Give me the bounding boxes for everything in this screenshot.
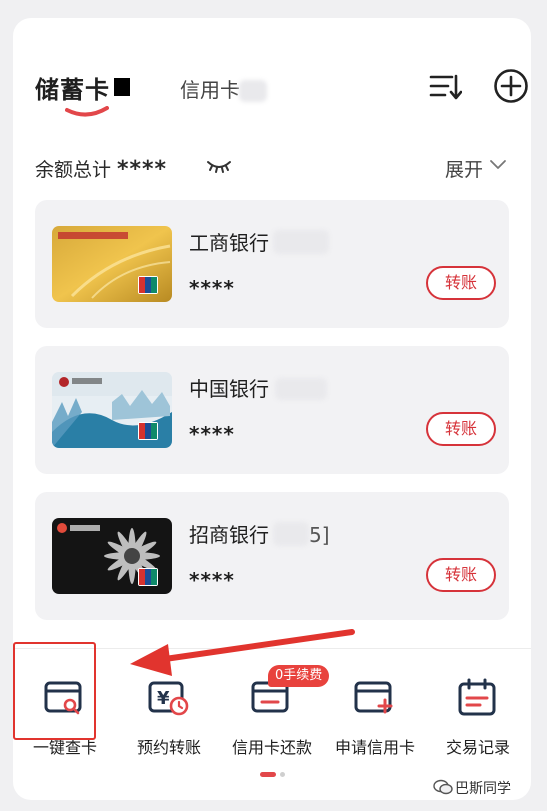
bank-name: 中国银行 (189, 377, 269, 401)
eye-closed-icon[interactable] (206, 158, 232, 176)
bank-card-row[interactable]: 工商银行 **** 转账 (35, 200, 509, 328)
toolbar-label: 预约转账 (136, 738, 201, 757)
redaction-block (114, 78, 130, 96)
redaction-blur (273, 230, 329, 254)
zero-fee-badge: 0手续费 (268, 665, 330, 687)
transfer-button[interactable]: 转账 (426, 266, 496, 300)
add-card-icon[interactable] (493, 68, 529, 104)
bank-card-row[interactable]: 招商银行 5] **** 转账 (35, 492, 509, 620)
toolbar-item-apply-credit[interactable]: 申请信用卡 (325, 660, 425, 760)
yuan-clock-icon: ¥ (148, 681, 189, 716)
toolbar-label: 信用卡还款 (231, 738, 312, 757)
boc-card-image (52, 372, 172, 448)
card-type-tabs: 储蓄卡 信用卡 (35, 69, 528, 117)
wechat-icon (433, 779, 453, 795)
card-number-masked: **** (189, 422, 235, 446)
toolbar-item-transactions[interactable]: 交易记录 (428, 660, 528, 760)
balance-label: 余额总计 (35, 159, 112, 181)
balance-total: 余额总计 **** (35, 155, 167, 182)
transfer-button[interactable]: 转账 (426, 412, 496, 446)
tab-savings-card[interactable]: 储蓄卡 (35, 70, 110, 105)
card-number-masked: **** (189, 276, 235, 300)
expand-button[interactable]: 展开 (445, 155, 483, 182)
tab-credit-card[interactable]: 信用卡 (180, 74, 240, 103)
card-number-masked: **** (189, 568, 235, 592)
redaction-blur (273, 522, 309, 546)
balance-value: **** (117, 157, 168, 182)
card-suffix: 5] (309, 523, 330, 547)
toolbar-label: 申请信用卡 (334, 738, 415, 757)
bank-name-text: 招商银行 (189, 523, 269, 547)
active-tab-underline (65, 106, 109, 117)
annotation-highlight-box (13, 642, 96, 740)
chevron-down-icon[interactable] (489, 158, 507, 172)
transfer-button[interactable]: 转账 (426, 558, 496, 592)
page-indicator (260, 772, 285, 777)
svg-text:¥: ¥ (157, 688, 170, 709)
watermark: 巴斯同学 (455, 781, 511, 797)
bank-name: 工商银行 (189, 231, 269, 255)
toolbar-item-scheduled-transfer[interactable]: ¥ 预约转账 (119, 660, 219, 760)
card-plus-icon (354, 681, 393, 714)
redaction-blur (275, 378, 327, 400)
icbc-card-image (52, 226, 172, 302)
sort-icon[interactable] (428, 70, 462, 104)
calendar-icon (458, 678, 496, 716)
cmb-card-image (52, 518, 172, 594)
redaction-blur (239, 80, 267, 102)
toolbar-label: 交易记录 (445, 738, 510, 757)
bank-card-row[interactable]: 中国银行 **** 转账 (35, 346, 509, 474)
